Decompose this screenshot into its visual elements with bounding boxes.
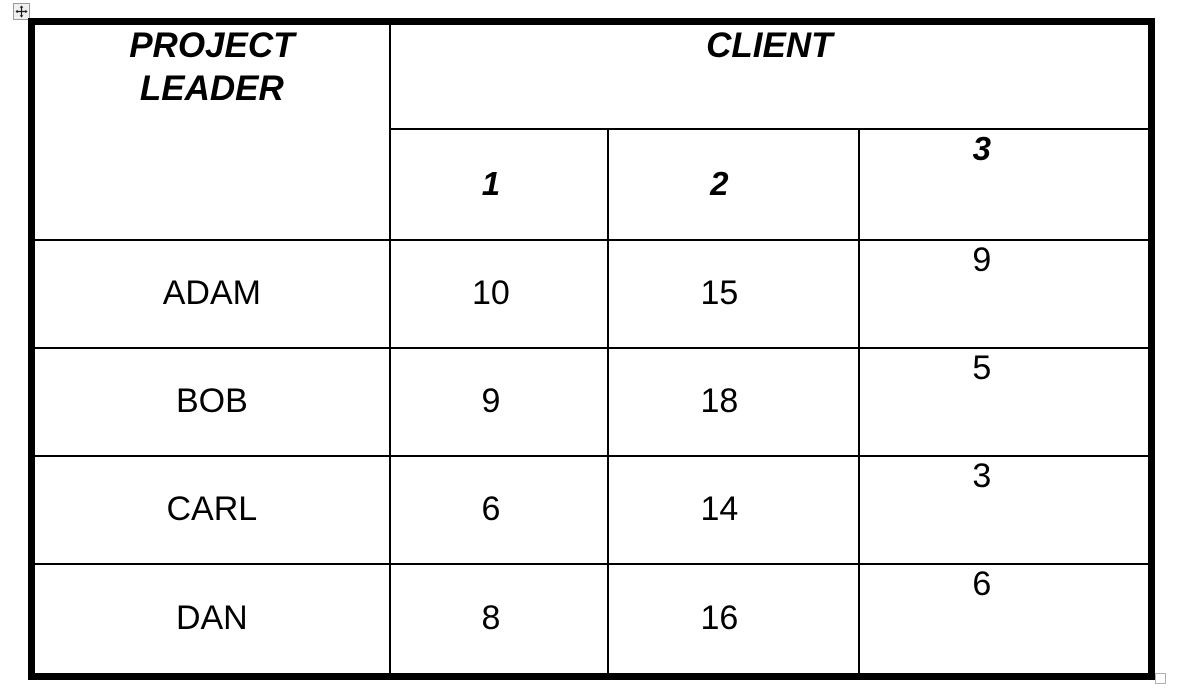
data-value: 8 xyxy=(481,599,501,638)
data-cell-client-2[interactable]: 18 xyxy=(607,346,860,457)
table-row: CARL 6 14 3 xyxy=(30,454,1153,565)
data-cell-client-1[interactable]: 8 xyxy=(388,562,610,678)
data-cell-client-2[interactable]: 15 xyxy=(607,238,860,349)
leader-name: CARL xyxy=(166,490,258,528)
data-value: 3 xyxy=(972,456,992,495)
data-cell-client-1[interactable]: 10 xyxy=(388,238,610,349)
data-value: 16 xyxy=(700,599,739,638)
data-value: 15 xyxy=(700,274,739,312)
table-header-row-top: PROJECT LEADER CLIENT xyxy=(30,20,1153,241)
group-header-cell-client[interactable]: CLIENT xyxy=(388,20,1153,130)
data-value: 5 xyxy=(972,348,992,387)
data-cell-client-3[interactable]: 3 xyxy=(857,454,1153,565)
table-resize-handle[interactable] xyxy=(1155,673,1166,684)
row-header-cell-leader[interactable]: ADAM xyxy=(30,238,391,349)
data-value: 18 xyxy=(700,382,739,420)
data-value: 9 xyxy=(972,240,992,279)
table-row: BOB 9 18 5 xyxy=(30,346,1153,457)
data-cell-client-1[interactable]: 9 xyxy=(388,346,610,457)
table-row: DAN 8 16 6 xyxy=(30,562,1153,678)
row-header-cell-leader[interactable]: CARL xyxy=(30,454,391,565)
data-cell-client-3[interactable]: 9 xyxy=(857,238,1153,349)
move-cross-icon xyxy=(15,5,28,18)
leader-name: ADAM xyxy=(162,274,261,312)
table-row: ADAM 10 15 9 xyxy=(30,238,1153,349)
group-header-label: CLIENT xyxy=(706,26,833,65)
data-cell-client-1[interactable]: 6 xyxy=(388,454,610,565)
column-header-cell-1[interactable]: 1 xyxy=(388,127,610,241)
column-header-cell-2[interactable]: 2 xyxy=(607,127,860,241)
column-header-cell-3[interactable]: 3 xyxy=(857,127,1153,241)
leader-name: BOB xyxy=(175,382,248,420)
column-header-label-3: 3 xyxy=(972,129,991,167)
corner-header-cell[interactable]: PROJECT LEADER xyxy=(30,20,391,241)
data-cell-client-2[interactable]: 14 xyxy=(607,454,860,565)
leader-name: DAN xyxy=(175,599,248,638)
data-value: 6 xyxy=(972,564,992,603)
data-cell-client-3[interactable]: 6 xyxy=(857,562,1153,678)
row-header-cell-leader[interactable]: BOB xyxy=(30,346,391,457)
data-value: 14 xyxy=(700,490,739,528)
column-header-label-2: 2 xyxy=(710,165,729,202)
data-value: 6 xyxy=(481,490,501,528)
data-value: 9 xyxy=(481,382,501,420)
data-value: 10 xyxy=(471,274,510,312)
row-header-cell-leader[interactable]: DAN xyxy=(30,562,391,678)
corner-header-line-2: LEADER xyxy=(139,68,284,108)
column-header-label-1: 1 xyxy=(481,165,501,202)
project-leader-client-table[interactable]: PROJECT LEADER CLIENT 1 2 3 ADAM 10 15 9… xyxy=(28,18,1155,680)
corner-header-line-1: PROJECT xyxy=(129,26,295,65)
data-cell-client-3[interactable]: 5 xyxy=(857,346,1153,457)
data-cell-client-2[interactable]: 16 xyxy=(607,562,860,678)
